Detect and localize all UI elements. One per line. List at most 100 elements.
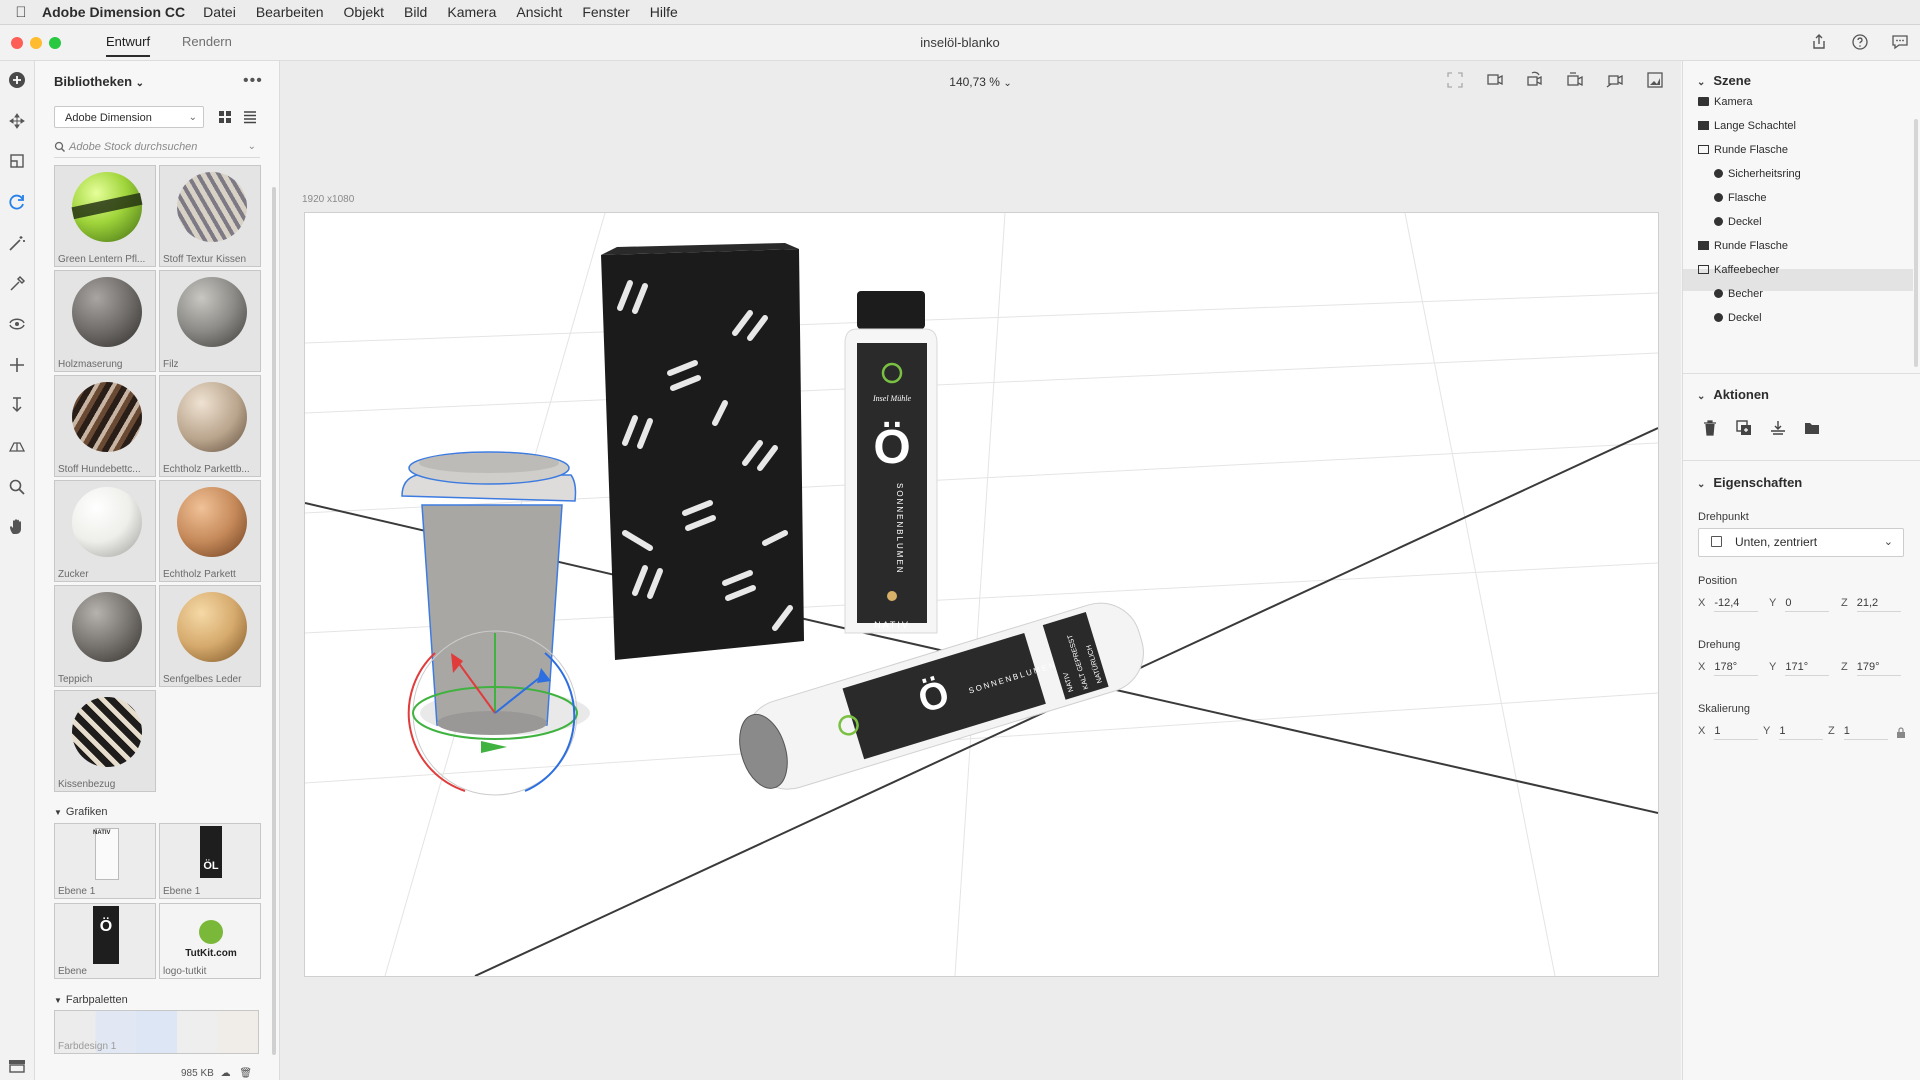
hand-tool-icon[interactable] <box>7 517 27 537</box>
eyedropper-icon[interactable] <box>7 274 27 294</box>
camera-dolly-icon[interactable] <box>1606 71 1624 89</box>
trash-icon[interactable]: 🗑 <box>239 1068 252 1079</box>
apple-icon[interactable]:  <box>0 4 42 21</box>
pan-orbit-icon[interactable] <box>7 314 27 334</box>
zoom-level[interactable]: 140,73 % ⌄ <box>280 75 1681 89</box>
libraries-scrollbar[interactable] <box>272 187 276 1055</box>
material-tile[interactable]: Senfgelbes Leder <box>159 585 261 687</box>
scene-item-becher[interactable]: Becher <box>1714 284 1763 304</box>
menu-kamera[interactable]: Kamera <box>447 4 496 20</box>
menu-datei[interactable]: Datei <box>203 4 236 20</box>
menu-ansicht[interactable]: Ansicht <box>516 4 562 20</box>
scene-item-runde-flasche[interactable]: Runde Flasche <box>1698 140 1788 160</box>
graphic-tile[interactable]: TutKit.com logo-tutkit <box>159 903 261 979</box>
pivot-select[interactable]: Unten, zentriert ⌄ <box>1698 528 1904 557</box>
render-preview-icon[interactable] <box>1646 71 1664 89</box>
pivot-icon <box>1711 536 1722 547</box>
scale-z-field[interactable]: Z1 <box>1828 725 1888 740</box>
scene-item-sicherheitsring[interactable]: Sicherheitsring <box>1714 164 1801 184</box>
group-folder-icon[interactable] <box>1803 419 1821 437</box>
trash-icon[interactable] <box>1701 419 1719 437</box>
list-view-icon[interactable] <box>242 109 258 125</box>
pan-tool-icon[interactable] <box>7 355 27 375</box>
horizon-tool-icon[interactable] <box>7 436 27 456</box>
material-tile[interactable]: Kissenbezug <box>54 690 156 792</box>
dolly-tool-icon[interactable] <box>7 395 27 415</box>
select-tool-icon[interactable] <box>7 111 27 131</box>
material-tile[interactable]: Holzmaserung <box>54 270 156 372</box>
scale-y-field[interactable]: Y1 <box>1763 725 1824 740</box>
camera-fit-icon[interactable] <box>1486 71 1504 89</box>
rotation-z-field[interactable]: Z 179° <box>1841 661 1901 676</box>
scene-item-kaffeebecher[interactable]: Kaffeebecher <box>1698 260 1779 280</box>
menu-fenster[interactable]: Fenster <box>582 4 629 20</box>
add-content-icon[interactable] <box>7 70 27 90</box>
library-select[interactable]: Adobe Dimension ⌄ <box>54 106 204 128</box>
material-tile[interactable]: Stoff Hundebettc... <box>54 375 156 477</box>
orbit-tool-icon[interactable] <box>7 192 27 212</box>
graphics-section-header[interactable]: ▼ Grafiken <box>54 806 108 818</box>
material-tile[interactable]: Zucker <box>54 480 156 582</box>
scene-header[interactable]: ⌄ Szene <box>1697 73 1751 88</box>
menu-bild[interactable]: Bild <box>404 4 427 20</box>
feedback-icon[interactable] <box>1891 33 1909 51</box>
rotation-x-field[interactable]: X 178° <box>1698 661 1759 676</box>
position-y-field[interactable]: Y0 <box>1769 597 1830 612</box>
graphic-tile[interactable]: ÖL Ebene 1 <box>159 823 261 899</box>
lock-icon[interactable] <box>1896 727 1906 739</box>
menu-objekt[interactable]: Objekt <box>344 4 384 20</box>
scene-item-runde-flasche-2[interactable]: Runde Flasche <box>1698 236 1788 256</box>
3d-viewport[interactable]: Insel Mühle Ö SONNENBLUMEN NATIV Ö SONNE… <box>304 212 1659 977</box>
camera-orbit-icon[interactable] <box>1526 71 1544 89</box>
color-palette-tile[interactable]: Farbdesign 1 <box>54 1010 259 1054</box>
material-tile[interactable]: Echtholz Parkettb... <box>159 375 261 477</box>
layers-panel-icon[interactable] <box>8 1059 26 1073</box>
scene-item-kamera[interactable]: Kamera <box>1698 92 1753 112</box>
scene-item-lange-schachtel[interactable]: Lange Schachtel <box>1698 116 1796 136</box>
rotation-y-field[interactable]: Y 171° <box>1769 661 1830 676</box>
material-tile[interactable]: Teppich <box>54 585 156 687</box>
grid-view-icon[interactable] <box>217 109 233 125</box>
triangle-down-icon: ▼ <box>54 808 62 817</box>
scale-x-field[interactable]: X1 <box>1698 725 1759 740</box>
folder-open-icon <box>1698 265 1709 274</box>
magic-wand-icon[interactable] <box>7 233 27 253</box>
tutkit-logo <box>199 920 223 944</box>
graphic-tile[interactable]: Ö Ebene <box>54 903 156 979</box>
select-area-tool-icon[interactable] <box>7 151 27 171</box>
canvas-size: 1920 x1080 <box>302 194 355 205</box>
zoom-tool-icon[interactable] <box>7 477 27 497</box>
position-x-field[interactable]: X -12,4 <box>1698 597 1759 612</box>
frame-icon[interactable] <box>1446 71 1464 89</box>
app-name-menu[interactable]: Adobe Dimension CC <box>42 4 185 20</box>
camera-pan-icon[interactable] <box>1566 71 1584 89</box>
material-tile[interactable]: Stoff Textur Kissen <box>159 165 261 267</box>
scene-scrollbar[interactable] <box>1914 119 1918 367</box>
menu-hilfe[interactable]: Hilfe <box>650 4 678 20</box>
material-tile[interactable]: Green Lentern Pfl... <box>54 165 156 267</box>
material-tile[interactable]: Filz <box>159 270 261 372</box>
libraries-title[interactable]: Bibliotheken ⌄ <box>54 74 144 89</box>
graphic-tile[interactable]: NATIV Ebene 1 <box>54 823 156 899</box>
chevron-down-icon: ⌄ <box>1883 536 1893 548</box>
menu-bearbeiten[interactable]: Bearbeiten <box>256 4 324 20</box>
actions-header[interactable]: ⌄ Aktionen <box>1697 387 1769 402</box>
scene-item-deckel[interactable]: Deckel <box>1714 212 1762 232</box>
more-options-button[interactable]: ••• <box>243 72 263 90</box>
cloud-sync-icon[interactable]: ☁ <box>221 1068 231 1079</box>
chevron-down-icon: ⌄ <box>247 141 256 152</box>
palettes-section-header[interactable]: ▼ Farbpaletten <box>54 994 128 1006</box>
scene-item-deckel-2[interactable]: Deckel <box>1714 308 1762 328</box>
pivot-label: Drehpunkt <box>1698 511 1749 523</box>
scene-item-flasche[interactable]: Flasche <box>1714 188 1767 208</box>
duplicate-icon[interactable] <box>1735 419 1753 437</box>
chevron-down-icon: ⌄ <box>1697 77 1706 88</box>
stock-search-input[interactable]: Adobe Stock durchsuchen ⌄ <box>54 137 260 158</box>
material-tile[interactable]: Echtholz Parkett <box>159 480 261 582</box>
share-icon[interactable] <box>1810 33 1828 51</box>
properties-header[interactable]: ⌄ Eigenschaften <box>1697 475 1802 490</box>
help-icon[interactable] <box>1851 33 1869 51</box>
position-label: Position <box>1698 575 1738 587</box>
position-z-field[interactable]: Z 21,2 <box>1841 597 1901 612</box>
drop-icon[interactable] <box>1769 419 1787 437</box>
